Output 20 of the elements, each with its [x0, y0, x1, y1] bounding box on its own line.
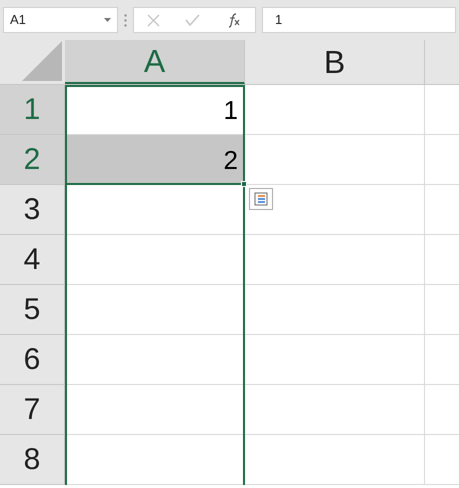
column-header[interactable]: B	[245, 40, 425, 84]
table-cell: 2	[65, 135, 245, 185]
name-box[interactable]: A1	[3, 7, 118, 33]
row-header[interactable]: 2	[0, 135, 65, 185]
row-header[interactable]: 6	[0, 335, 65, 385]
row-header[interactable]: 8	[0, 435, 65, 485]
fill-handle[interactable]	[241, 181, 247, 187]
function-icon[interactable]	[226, 12, 242, 28]
column-header[interactable]: A	[65, 40, 245, 84]
row-header[interactable]: 4	[0, 235, 65, 285]
row-header[interactable]: 1	[0, 85, 65, 135]
quick-analysis-button[interactable]	[249, 188, 273, 210]
grip-icon	[124, 14, 127, 26]
formula-field[interactable]: 1	[262, 7, 456, 33]
check-icon[interactable]	[185, 14, 200, 26]
dropdown-icon	[104, 18, 111, 22]
quick-analysis-icon	[254, 192, 268, 206]
row-header[interactable]: 7	[0, 385, 65, 435]
row-header[interactable]: 3	[0, 185, 65, 235]
row-header[interactable]: 5	[0, 285, 65, 335]
